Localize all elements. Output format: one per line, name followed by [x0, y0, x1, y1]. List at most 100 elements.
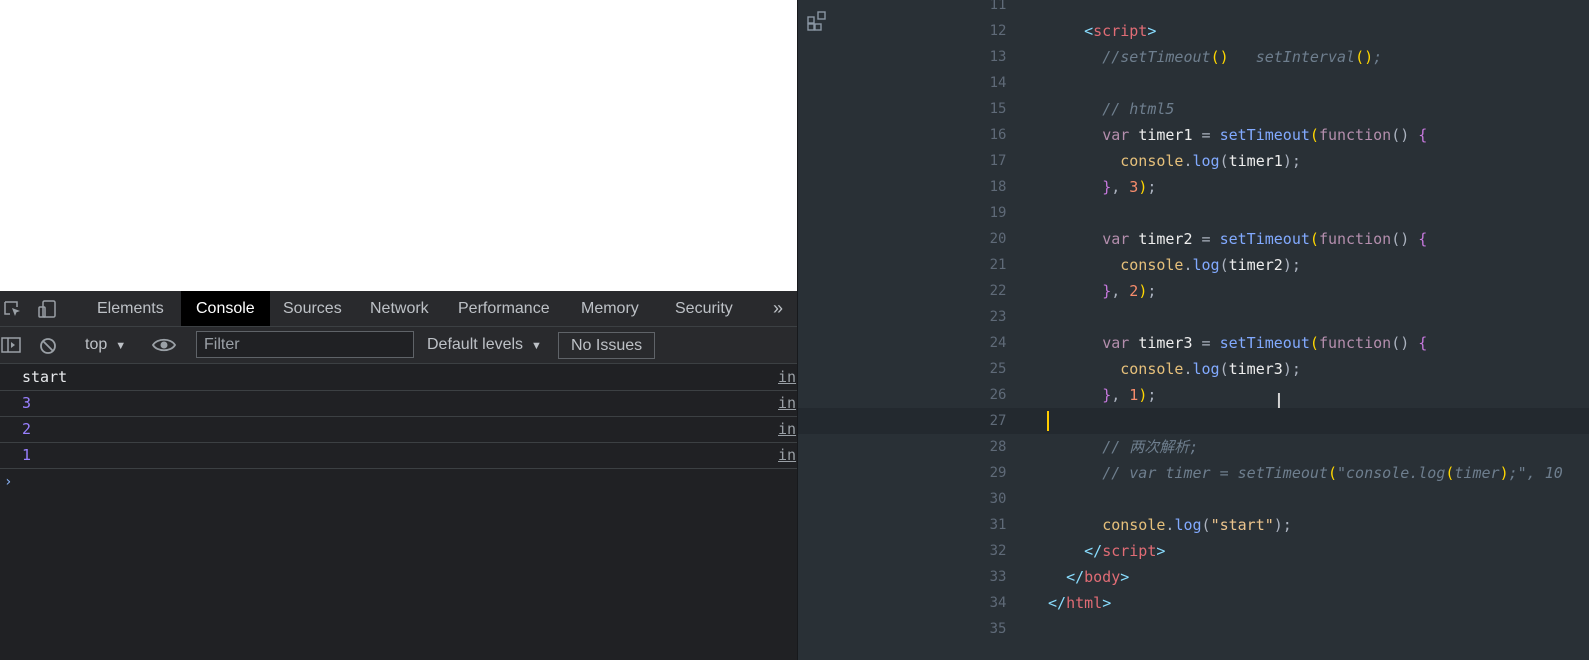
code-token: log	[1174, 516, 1202, 534]
console-source-link[interactable]: in	[778, 446, 796, 464]
code-line[interactable]: 21 console.log(timer2);	[798, 252, 1589, 278]
code-line[interactable]: 35	[798, 616, 1589, 642]
context-selector[interactable]: top ▼	[85, 336, 126, 354]
console-source-link[interactable]: in	[778, 394, 796, 412]
console-message-row: 3 in	[0, 390, 797, 417]
code-line[interactable]: 16 var timer1 = setTimeout(function() {	[798, 122, 1589, 148]
tab-memory[interactable]: Memory	[566, 291, 654, 326]
code-line[interactable]: 13 //setTimeout() setInterval();	[798, 44, 1589, 70]
code-text: var timer1 = setTimeout(function() {	[1048, 122, 1427, 148]
tab-security[interactable]: Security	[660, 291, 748, 326]
code-token: // html5	[1102, 100, 1175, 118]
code-line[interactable]: 20 var timer2 = setTimeout(function() {	[798, 226, 1589, 252]
code-line[interactable]: 18 }, 3);	[798, 174, 1589, 200]
code-line[interactable]: 25 console.log(timer3);	[798, 356, 1589, 382]
code-token: ()	[1391, 126, 1419, 144]
console-source-link[interactable]: in	[778, 368, 796, 386]
code-text: </script>	[1048, 538, 1165, 564]
code-line[interactable]: 26 }, 1);	[798, 382, 1589, 408]
sidebar-toggle-icon[interactable]	[1, 337, 21, 355]
devtools-tab-bar: Elements Console Sources Network Performance…	[0, 291, 797, 327]
code-token: ;	[1147, 178, 1157, 196]
console-source-link[interactable]: in	[778, 420, 796, 438]
device-toolbar-icon[interactable]	[38, 300, 58, 318]
code-text: // 两次解析;	[1048, 434, 1198, 460]
code-token: 2	[1129, 282, 1139, 300]
code-text: }, 1);	[1048, 382, 1156, 408]
code-token: (	[1219, 360, 1229, 378]
code-line[interactable]: 12 <script>	[798, 18, 1589, 44]
context-selector-label: top	[85, 336, 108, 353]
code-line[interactable]: 31 console.log("start");	[798, 512, 1589, 538]
line-number: 13	[989, 49, 1007, 65]
console-prompt[interactable]: ›	[4, 474, 12, 490]
code-line[interactable]: 22 }, 2);	[798, 278, 1589, 304]
console-message-text: 3	[22, 394, 32, 412]
code-token: >	[1147, 22, 1157, 40]
clear-console-icon[interactable]	[39, 337, 59, 355]
code-token: timer3	[1138, 334, 1193, 352]
code-line[interactable]: 17 console.log(timer1);	[798, 148, 1589, 174]
code-token: setInterval	[1228, 48, 1356, 66]
inspect-element-icon[interactable]	[3, 300, 23, 318]
line-number: 25	[989, 361, 1007, 377]
code-text: <script>	[1048, 18, 1156, 44]
log-levels-dropdown[interactable]: Default levels ▼	[427, 336, 542, 354]
live-expression-eye-icon[interactable]	[151, 337, 177, 355]
code-token: (	[1309, 126, 1319, 144]
code-token: =	[1192, 334, 1220, 352]
code-token: log	[1192, 360, 1220, 378]
code-token: >	[1102, 594, 1112, 612]
code-line[interactable]: 24 var timer3 = setTimeout(function() {	[798, 330, 1589, 356]
code-line[interactable]: 11	[798, 0, 1589, 18]
code-token: timer3	[1228, 360, 1283, 378]
tab-elements[interactable]: Elements	[82, 291, 179, 326]
line-number: 34	[989, 595, 1007, 611]
code-text: // html5	[1048, 96, 1174, 122]
line-number: 18	[989, 179, 1007, 195]
line-number: 30	[989, 491, 1007, 507]
code-line[interactable]: 34 </html>	[798, 590, 1589, 616]
code-token: log	[1192, 152, 1220, 170]
tab-network[interactable]: Network	[355, 291, 444, 326]
line-number: 26	[989, 387, 1007, 403]
code-line[interactable]: 30	[798, 486, 1589, 512]
console-message-text: start	[22, 368, 68, 386]
code-line[interactable]: 23	[798, 304, 1589, 330]
code-token: // var timer = setTimeout	[1102, 464, 1328, 482]
issues-button[interactable]: No Issues	[558, 332, 656, 359]
code-token: ()	[1391, 230, 1419, 248]
line-number: 28	[989, 439, 1007, 455]
filter-input[interactable]	[196, 331, 414, 358]
code-token: }	[1102, 282, 1112, 300]
code-line[interactable]: 32 </script>	[798, 538, 1589, 564]
code-line[interactable]: 15 // html5	[798, 96, 1589, 122]
code-token: 1	[1129, 386, 1139, 404]
tab-sources[interactable]: Sources	[268, 291, 357, 326]
devtools-panel: Elements Console Sources Network Performance…	[0, 291, 797, 660]
tab-performance[interactable]: Performance	[443, 291, 565, 326]
code-line[interactable]: 33 </body>	[798, 564, 1589, 590]
code-editor[interactable]: 11 12 <script> 13 //setTimeout() setInterv…	[797, 0, 1589, 660]
code-token: body	[1084, 568, 1121, 586]
more-tabs-button[interactable]: »	[773, 291, 783, 326]
code-token: .	[1183, 152, 1193, 170]
line-number: 33	[989, 569, 1007, 585]
code-line[interactable]: 29 // var timer = setTimeout("console.lo…	[798, 460, 1589, 486]
code-line[interactable]: 19	[798, 200, 1589, 226]
console-message-text: 2	[22, 420, 32, 438]
code-token: (	[1309, 230, 1319, 248]
code-text: </html>	[1048, 590, 1111, 616]
code-line[interactable]: 14	[798, 70, 1589, 96]
log-levels-label: Default levels	[427, 336, 524, 353]
code-token: log	[1192, 256, 1220, 274]
tab-console[interactable]: Console	[181, 291, 270, 326]
line-number: 27	[989, 413, 1007, 429]
line-number: 16	[989, 127, 1007, 143]
code-line[interactable]: 27	[798, 408, 1589, 434]
code-line[interactable]: 28 // 两次解析;	[798, 434, 1589, 460]
